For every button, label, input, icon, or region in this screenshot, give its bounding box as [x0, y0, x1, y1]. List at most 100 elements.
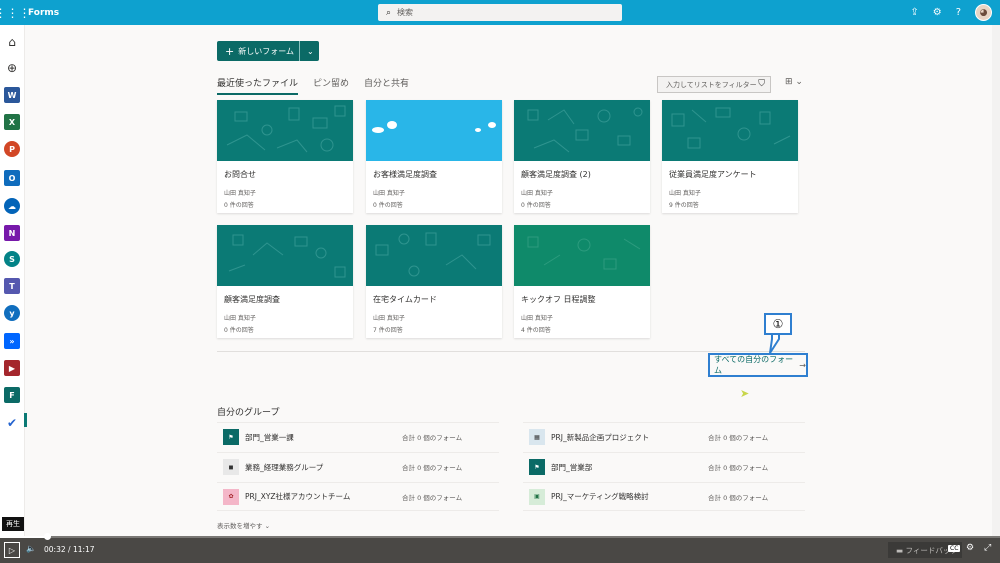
power-apps-icon[interactable]: ▶ — [4, 360, 20, 376]
card-title: 在宅タイムカード — [373, 295, 437, 304]
card-owner: 山田 真知子 — [669, 190, 701, 197]
card-owner: 山田 真知子 — [224, 190, 256, 197]
progress-track[interactable] — [0, 536, 1000, 538]
group-name: 部門_営業一課 — [245, 432, 294, 442]
annotation-callout: ① — [764, 313, 792, 335]
group-count: 合計 0 個のフォーム — [708, 434, 769, 442]
card-title: 顧客満足度調査 (2) — [521, 170, 591, 179]
yammer-icon[interactable]: y — [4, 305, 20, 321]
form-card[interactable]: キックオフ 日程調整 山田 真知子 4 件の回答 — [514, 225, 650, 338]
gear-icon[interactable]: ⚙ — [933, 7, 942, 18]
outlook-icon[interactable]: O — [4, 170, 20, 186]
card-title: 顧客満足度調査 — [224, 295, 280, 304]
card-owner: 山田 真知子 — [521, 315, 553, 322]
filter-placeholder: 入力してリストをフィルター処理 — [666, 80, 756, 89]
card-owner: 山田 真知子 — [373, 190, 405, 197]
form-card[interactable]: 顧客満足度調査 山田 真知子 0 件の回答 — [217, 225, 353, 338]
card-responses: 0 件の回答 — [373, 202, 403, 209]
onedrive-icon[interactable]: ☁ — [4, 198, 20, 214]
volume-icon[interactable]: 🔈 — [26, 544, 36, 553]
search-placeholder: 検索 — [397, 8, 414, 17]
word-icon[interactable]: W — [4, 87, 20, 103]
view-toggle[interactable]: ⊞ ⌄ — [785, 77, 803, 87]
help-icon[interactable]: ? — [956, 7, 961, 18]
onenote-icon[interactable]: N — [4, 225, 20, 241]
time-separator: / — [68, 545, 71, 554]
tab-pinned[interactable]: ピン留め — [313, 76, 349, 95]
all-my-forms-label: すべての自分のフォーム — [714, 355, 794, 375]
pattern-graphic — [527, 236, 641, 270]
progress-fill — [0, 536, 47, 538]
group-row[interactable]: ✿ PRJ_XYZ社様アカウントチーム 合計 0 個のフォーム — [217, 482, 499, 511]
group-name: PRJ_新製品企画プロジェクト — [551, 432, 650, 442]
all-my-forms-link[interactable]: すべての自分のフォーム → — [708, 353, 808, 377]
pattern-graphic — [527, 107, 643, 153]
group-name: 部門_営業部 — [551, 462, 593, 472]
card-banner — [217, 225, 353, 286]
main-content: + 新しいフォーム ⌄ 最近使ったファイル ピン留め 自分と共有 入力してリスト… — [27, 25, 992, 537]
excel-icon[interactable]: X — [4, 114, 20, 130]
todo-icon[interactable]: ✔ — [4, 415, 20, 431]
fullscreen-icon[interactable]: ⤢ — [984, 543, 991, 553]
group-row[interactable]: ▦ PRJ_新製品企画プロジェクト 合計 0 個のフォーム — [523, 422, 805, 451]
teams-icon[interactable]: T — [4, 278, 20, 294]
new-form-label: 新しいフォーム — [238, 46, 294, 56]
tab-shared[interactable]: 自分と共有 — [364, 76, 409, 95]
power-automate-icon[interactable]: » — [4, 333, 20, 349]
play-button[interactable]: ▷ — [4, 542, 20, 558]
group-name: 業務_経理業務グループ — [245, 462, 324, 472]
captions-button[interactable]: CC — [948, 545, 961, 552]
home-icon[interactable]: ⌂ — [4, 34, 20, 50]
arrow-right-icon: → — [799, 360, 806, 370]
play-icon: ▷ — [8, 545, 16, 555]
filter-input[interactable]: 入力してリストをフィルター処理 ⛉ — [657, 76, 771, 93]
forms-icon[interactable]: F — [4, 387, 20, 403]
form-card[interactable]: お客様満足度調査 山田 真知子 0 件の回答 — [366, 100, 502, 213]
page-scrollbar[interactable] — [992, 25, 1000, 537]
group-icon: ▣ — [529, 488, 545, 505]
sharepoint-icon[interactable]: S — [4, 251, 20, 267]
chevron-down-icon[interactable]: ⌄ — [307, 47, 314, 56]
group-icon: ◼ — [223, 459, 239, 475]
card-banner — [217, 100, 353, 161]
plus-icon: + — [225, 44, 235, 58]
section-divider — [217, 351, 805, 352]
filter-icon[interactable]: ⛉ — [758, 79, 765, 89]
tab-recent[interactable]: 最近使ったファイル — [217, 76, 299, 95]
card-responses: 0 件の回答 — [224, 327, 254, 334]
group-row[interactable]: ▣ PRJ_マーケティング戦略検討 合計 0 個のフォーム — [523, 482, 805, 511]
share-icon[interactable]: ⇪ — [910, 7, 918, 18]
waffle-icon[interactable]: ⋮⋮⋮ — [0, 0, 31, 25]
avatar[interactable]: ◕ — [975, 4, 992, 21]
create-icon[interactable]: ⊕ — [4, 60, 20, 76]
video-player-bar: ▷ 🔈 00:32 / 11:17 ▬ フィードバック CC ⚙ ⤢ — [0, 533, 1000, 563]
pattern-graphic — [226, 105, 346, 153]
group-row[interactable]: ⚑ 部門_営業一課 合計 0 個のフォーム — [217, 422, 499, 451]
search-box[interactable]: ⌕ 検索 — [378, 4, 622, 21]
group-count: 合計 0 個のフォーム — [402, 434, 463, 442]
card-owner: 山田 真知子 — [224, 315, 256, 322]
app-rail: ⌂ ⊕ W X P O ☁ N S T y » ▶ F ✔ — [0, 25, 27, 537]
form-card[interactable]: 従業員満足度アンケート 山田 真知子 9 件の回答 — [662, 100, 798, 213]
form-card[interactable]: お問合せ 山田 真知子 0 件の回答 — [217, 100, 353, 213]
new-form-button[interactable]: + 新しいフォーム ⌄ — [217, 41, 319, 61]
pattern-graphic — [375, 232, 491, 277]
card-title: お客様満足度調査 — [373, 170, 437, 179]
total-time: 11:17 — [72, 545, 95, 554]
grid-icon: ⊞ — [785, 77, 793, 87]
button-divider — [298, 41, 300, 61]
group-row[interactable]: ⚑ 部門_営業部 合計 0 個のフォーム — [523, 452, 805, 481]
card-banner — [366, 100, 502, 161]
show-more-link[interactable]: 表示数を増やす ⌄ — [217, 520, 270, 530]
form-card[interactable]: 顧客満足度調査 (2) 山田 真知子 0 件の回答 — [514, 100, 650, 213]
progress-knob[interactable] — [44, 533, 51, 540]
group-name: PRJ_XYZ社様アカウントチーム — [245, 492, 351, 501]
group-row[interactable]: ◼ 業務_経理業務グループ 合計 0 個のフォーム — [217, 452, 499, 481]
app-name[interactable]: Forms — [28, 8, 59, 18]
powerpoint-icon[interactable]: P — [4, 141, 20, 157]
form-card[interactable]: 在宅タイムカード 山田 真知子 7 件の回答 — [366, 225, 502, 338]
player-settings-gear-icon[interactable]: ⚙ — [966, 543, 974, 553]
cloud-graphic — [372, 121, 496, 133]
group-icon: ⚑ — [529, 459, 545, 475]
mouse-cursor-icon: ➤ — [740, 387, 750, 400]
